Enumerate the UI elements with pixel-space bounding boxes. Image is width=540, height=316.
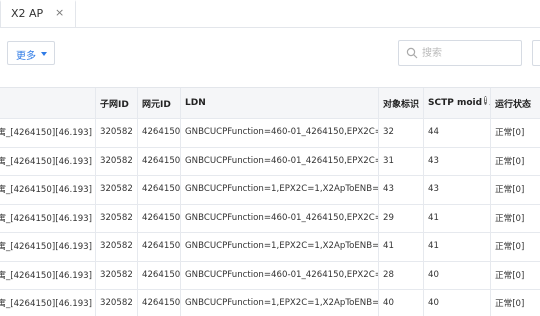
table-cell: 320582 <box>96 260 138 289</box>
table-cell: 4264150 <box>138 175 181 204</box>
table-cell: 4264150 <box>138 118 181 147</box>
toolbar: 更多 <box>0 27 540 79</box>
table-cell: 公寓_[4264150][46.193] <box>0 260 96 289</box>
table-cell: 正常[0] <box>495 128 525 139</box>
table-cell: 31 <box>379 146 424 175</box>
table-cell: 正常[0] <box>495 242 525 253</box>
table-cell: GNBCUCPFunction=460-01_4264150,EPX2C=1,X… <box>181 260 379 289</box>
table-row[interactable]: 公寓_[4264150][46.193]3205824264150GNBCUCP… <box>0 260 540 290</box>
table-cell: 320582 <box>96 175 138 204</box>
table-cell: GNBCUCPFunction=460-01_4264150,EPX2C=1,X… <box>181 203 379 232</box>
table-cell: 正常[0] <box>495 185 525 196</box>
table-cell: 28 <box>379 260 424 289</box>
chevron-down-icon <box>41 52 47 56</box>
column-header-sctp-moid[interactable]: SCTP moid ! <box>424 88 491 118</box>
table-row[interactable]: 公寓_[4264150][46.193]3205824264150GNBCUCP… <box>0 118 540 148</box>
table-row[interactable]: 公寓_[4264150][46.193]3205824264150GNBCUCP… <box>0 289 540 316</box>
column-header[interactable]: 子网ID <box>96 88 138 118</box>
table-row[interactable]: 公寓_[4264150][46.193]3205824264150GNBCUCP… <box>0 232 540 262</box>
table-cell: 4264150 <box>138 146 181 175</box>
table-cell: 正常[0] <box>495 270 525 281</box>
table-header: 子网ID 网元ID LDN 对象标识 SCTP moid ! 运行状态 <box>0 88 540 119</box>
table-cell: 正常[0] <box>495 299 525 310</box>
column-header-label: SCTP moid <box>428 98 483 108</box>
table-cell: 正常[0] <box>495 213 525 224</box>
table-cell: GNBCUCPFunction=460-01_4264150,EPX2C=1,X… <box>181 118 379 147</box>
table-cell: 4264150 <box>138 232 181 261</box>
table-cell: 44 <box>424 118 491 147</box>
search-icon <box>406 47 418 59</box>
table-cell: 4264150 <box>138 289 181 316</box>
search-box[interactable] <box>398 40 522 66</box>
table-cell: 32 <box>379 118 424 147</box>
table-cell: GNBCUCPFunction=1,EPX2C=1,X2ApToENB=41 <box>181 232 379 261</box>
table-cell: 320582 <box>96 146 138 175</box>
table-cell: 41 <box>424 232 491 261</box>
tab-x2-ap[interactable]: X2 AP × <box>0 0 76 27</box>
table-cell: 公寓_[4264150][46.193] <box>0 118 96 147</box>
data-table: 子网ID 网元ID LDN 对象标识 SCTP moid ! 运行状态 公寓_[… <box>0 87 540 316</box>
table-cell: 43 <box>424 146 491 175</box>
tab-label: X2 AP <box>11 7 44 20</box>
column-header[interactable]: 对象标识 <box>379 88 424 118</box>
more-button-label: 更多 <box>16 51 36 62</box>
table-cell: 公寓_[4264150][46.193] <box>0 232 96 261</box>
table-cell: 41 <box>379 232 424 261</box>
table-cell: GNBCUCPFunction=460-01_4264150,EPX2C=1,X… <box>181 146 379 175</box>
table-cell: 公寓_[4264150][46.193] <box>0 146 96 175</box>
column-header[interactable]: 网元ID <box>138 88 181 118</box>
table-cell: GNBCUCPFunction=1,EPX2C=1,X2ApToENB=40 <box>181 289 379 316</box>
table-cell: 320582 <box>96 203 138 232</box>
table-cell: 43 <box>424 175 491 204</box>
table-row[interactable]: 公寓_[4264150][46.193]3205824264150GNBCUCP… <box>0 175 540 205</box>
table-cell: 公寓_[4264150][46.193] <box>0 203 96 232</box>
search-input[interactable] <box>422 44 517 62</box>
table-row[interactable]: 公寓_[4264150][46.193]3205824264150GNBCUCP… <box>0 146 540 176</box>
table-cell: 29 <box>379 203 424 232</box>
table-cell: 正常[0] <box>495 156 525 167</box>
table-cell: GNBCUCPFunction=1,EPX2C=1,X2ApToENB=43 <box>181 175 379 204</box>
table-cell: 4264150 <box>138 260 181 289</box>
column-header[interactable]: 运行状态 <box>491 88 540 118</box>
table-cell: 320582 <box>96 118 138 147</box>
table-cell: 40 <box>424 289 491 316</box>
table-cell: 40 <box>379 289 424 316</box>
table-cell: 320582 <box>96 232 138 261</box>
close-icon[interactable]: × <box>55 6 64 19</box>
more-button[interactable]: 更多 <box>7 41 55 65</box>
tab-bar: X2 AP × <box>0 0 540 28</box>
column-header[interactable] <box>0 88 96 118</box>
table-cell: 公寓_[4264150][46.193] <box>0 175 96 204</box>
table-cell: 320582 <box>96 289 138 316</box>
table-cell: 41 <box>424 203 491 232</box>
table-cell: 43 <box>379 175 424 204</box>
column-header[interactable]: LDN <box>181 88 379 118</box>
table-cell: 40 <box>424 260 491 289</box>
toolbar-button-partial[interactable] <box>532 40 540 66</box>
table-cell: 公寓_[4264150][46.193] <box>0 289 96 316</box>
info-icon[interactable]: ! <box>484 95 488 105</box>
table-cell: 4264150 <box>138 203 181 232</box>
table-row[interactable]: 公寓_[4264150][46.193]3205824264150GNBCUCP… <box>0 203 540 233</box>
